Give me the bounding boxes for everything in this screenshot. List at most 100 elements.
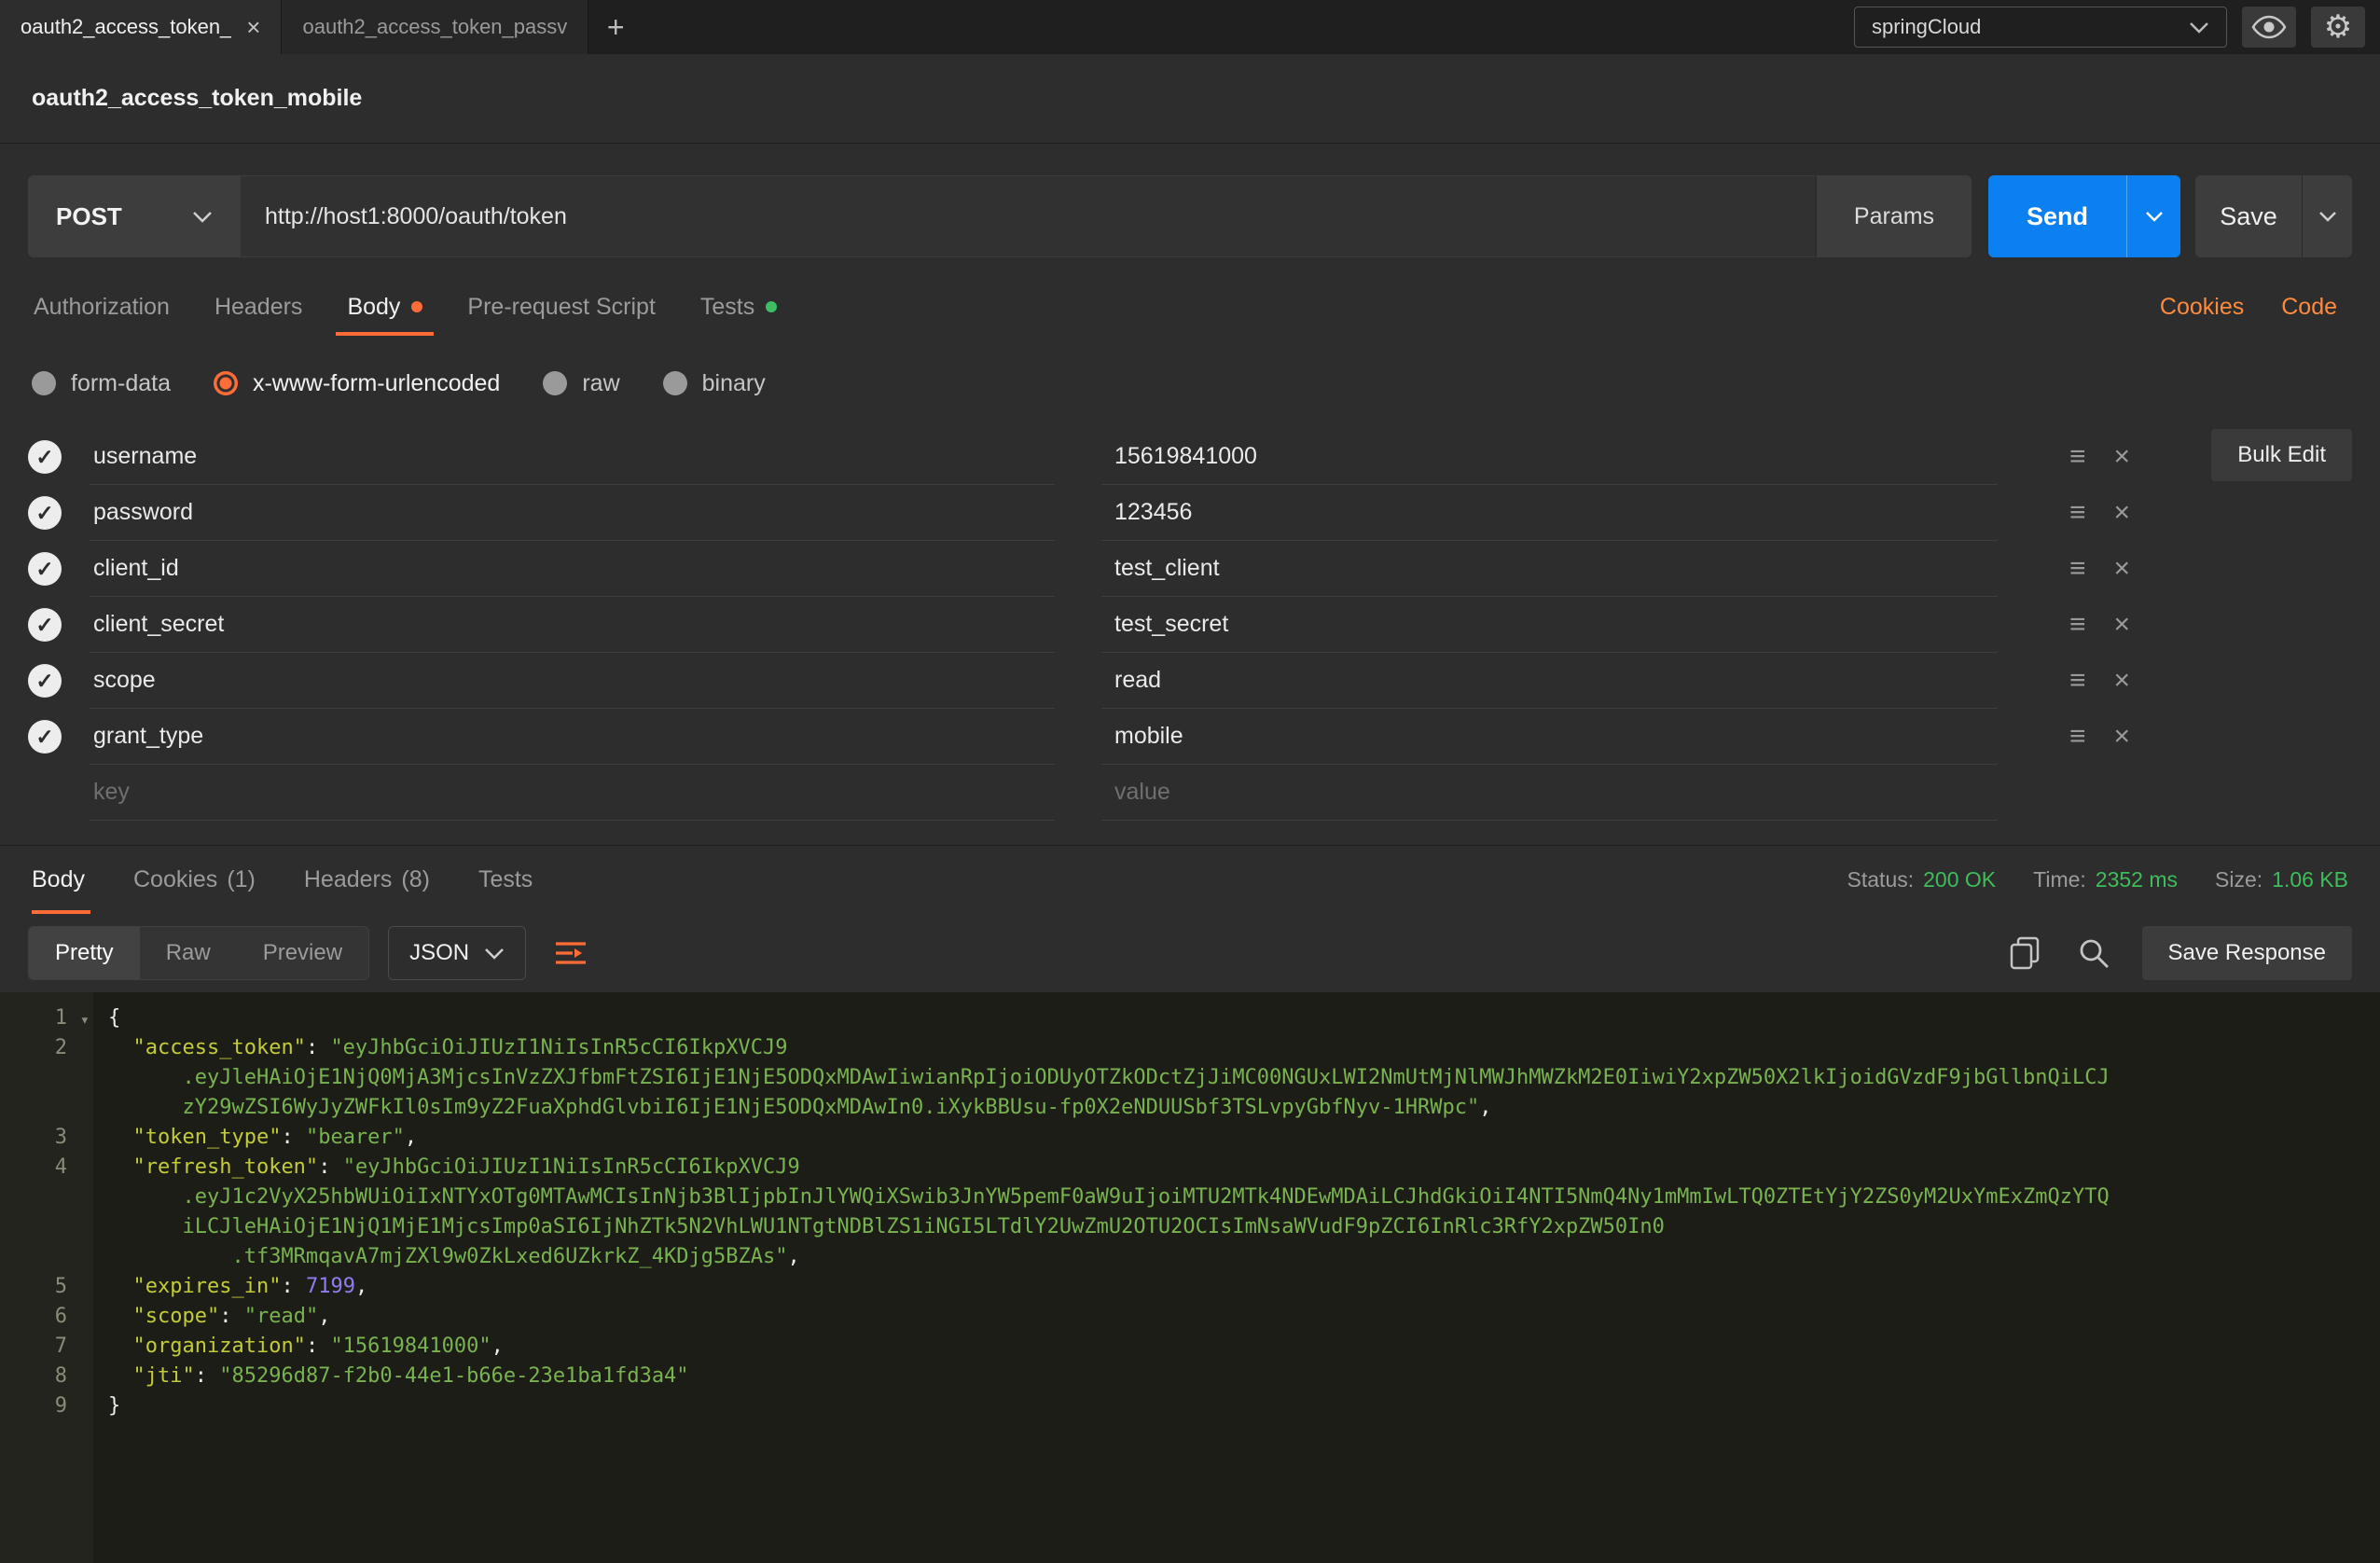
pretty-button[interactable]: Pretty [29,927,140,979]
column-gap [1055,765,1101,821]
environment-quick-look-button[interactable] [2242,7,2296,48]
param-checkbox[interactable]: ✓ [28,429,90,485]
wrap-lines-button[interactable] [545,927,597,979]
params-button[interactable]: Params [1817,175,1972,257]
gear-icon: ⚙ [2324,11,2352,43]
tab-label: Headers [304,866,393,893]
body-mode-selector: form-data x-www-form-urlencoded raw bina… [0,358,2380,408]
param-value-input[interactable]: 123456 [1101,485,1998,541]
param-key-input[interactable]: password [90,485,1055,541]
param-key-input[interactable]: client_secret [90,597,1055,653]
param-key-input[interactable]: grant_type [90,709,1055,765]
param-value-input[interactable]: read [1101,653,1998,709]
param-value-input[interactable]: mobile [1101,709,1998,765]
save-response-button[interactable]: Save Response [2142,926,2352,980]
tab-authorization[interactable]: Authorization [11,278,192,336]
bulk-edit-button[interactable]: Bulk Edit [2211,429,2352,481]
column-gap [1055,485,1101,541]
delete-row-icon[interactable]: × [2113,443,2130,471]
view-mode-group: Pretty Raw Preview [28,926,369,980]
drag-handle-icon[interactable]: ≡ [2069,499,2086,527]
new-tab-button[interactable]: + [588,0,643,54]
param-checkbox[interactable]: ✓ [28,541,90,597]
param-checkbox [28,765,90,821]
settings-button[interactable]: ⚙ [2311,7,2365,48]
line-number [0,1242,93,1272]
param-value-input[interactable]: test_client [1101,541,1998,597]
param-checkbox[interactable]: ✓ [28,485,90,541]
checkbox-checked-icon: ✓ [28,440,62,474]
fold-caret-icon[interactable]: ▾ [80,1005,90,1035]
code-text: .eyJ1c2VyX25hbWUiOiIxNTYxOTg0MTAwMCIsInN… [93,1183,2110,1212]
param-key-input[interactable]: key [90,765,1055,821]
format-value: JSON [409,940,469,966]
save-button[interactable]: Save [2195,175,2302,257]
delete-row-icon[interactable]: × [2113,555,2130,583]
tab-headers[interactable]: Headers [192,278,325,336]
cookies-link[interactable]: Cookies [2160,294,2244,321]
params-table: ✓ username 15619841000 ≡ × ✓ password 123… [28,429,2138,821]
delete-row-icon[interactable]: × [2113,611,2130,639]
tab-pre-request-script[interactable]: Pre-request Script [445,278,677,336]
column-gap [1055,709,1101,765]
raw-button[interactable]: Raw [140,927,237,979]
radio-x-www-form-urlencoded[interactable]: x-www-form-urlencoded [214,370,500,397]
code-line: 1▾{ [0,1003,2380,1033]
param-row: ✓ client_id test_client ≡ × [28,541,2138,597]
format-select[interactable]: JSON [388,926,526,980]
param-checkbox[interactable]: ✓ [28,709,90,765]
search-response-button[interactable] [2073,933,2114,974]
delete-row-icon[interactable]: × [2113,499,2130,527]
param-key-input[interactable]: client_id [90,541,1055,597]
param-value-input[interactable]: 15619841000 [1101,429,1998,485]
drag-handle-icon[interactable]: ≡ [2069,443,2086,471]
radio-form-data[interactable]: form-data [32,370,171,397]
response-tab-cookies[interactable]: Cookies (1) [109,846,280,914]
url-input[interactable]: http://host1:8000/oauth/token [241,175,1815,257]
response-tab-body[interactable]: Body [32,846,109,914]
send-button[interactable]: Send [1988,175,2126,257]
radio-binary[interactable]: binary [663,370,766,397]
param-value-input[interactable]: test_secret [1101,597,1998,653]
line-number [0,1063,93,1093]
code-link[interactable]: Code [2281,294,2337,321]
tab-body[interactable]: Body [325,278,445,336]
radio-raw[interactable]: raw [543,370,619,397]
send-options-button[interactable] [2126,175,2180,257]
code-text: iLCJleHAiOjE1NjQ1MjE1MjcsImp0aSI6IjNhZTk… [93,1212,1665,1242]
delete-row-icon[interactable]: × [2113,667,2130,695]
drag-handle-icon[interactable]: ≡ [2069,667,2086,695]
delete-row-icon[interactable]: × [2113,723,2130,751]
code-line: 4 "refresh_token": "eyJhbGciOiJIUzI1NiIs… [0,1153,2380,1183]
tab-tests[interactable]: Tests [678,278,799,336]
tests-present-dot [766,301,777,312]
drag-handle-icon[interactable]: ≡ [2069,555,2086,583]
request-tab-inactive[interactable]: oauth2_access_token_passv [282,0,588,54]
drag-handle-icon[interactable]: ≡ [2069,611,2086,639]
response-tab-tests[interactable]: Tests [454,846,557,914]
param-checkbox[interactable]: ✓ [28,653,90,709]
environment-selector[interactable]: springCloud [1854,7,2227,48]
param-key-input[interactable]: scope [90,653,1055,709]
line-number: 7 [0,1332,93,1362]
param-value-input[interactable]: value [1101,765,1998,821]
param-key-input[interactable]: username [90,429,1055,485]
method-select[interactable]: POST [28,175,241,257]
request-name: oauth2_access_token_mobile [32,85,362,112]
request-tab-active[interactable]: oauth2_access_token_ × [0,0,282,54]
environment-name: springCloud [1872,15,1981,39]
param-checkbox[interactable]: ✓ [28,597,90,653]
code-text: .tf3MRmqavA7mjZXl9w0ZkLxed6UZkrkZ_4KDjg5… [93,1242,800,1272]
tab-label: oauth2_access_token_passv [302,15,567,39]
params-side: Bulk Edit [2138,429,2352,821]
code-text: } [93,1391,120,1421]
close-tab-icon[interactable]: × [246,15,260,39]
drag-handle-icon[interactable]: ≡ [2069,723,2086,751]
preview-button[interactable]: Preview [237,927,368,979]
code-line: 8 "jti": "85296d87-f2b0-44e1-b66e-23e1ba… [0,1362,2380,1391]
response-body-code[interactable]: 1▾{2 "access_token": "eyJhbGciOiJIUzI1Ni… [0,992,2380,1563]
response-toolbar: Pretty Raw Preview JSON Save Response [0,914,2380,992]
copy-response-button[interactable] [2004,933,2045,974]
save-options-button[interactable] [2302,175,2352,257]
response-tab-headers[interactable]: Headers (8) [280,846,454,914]
